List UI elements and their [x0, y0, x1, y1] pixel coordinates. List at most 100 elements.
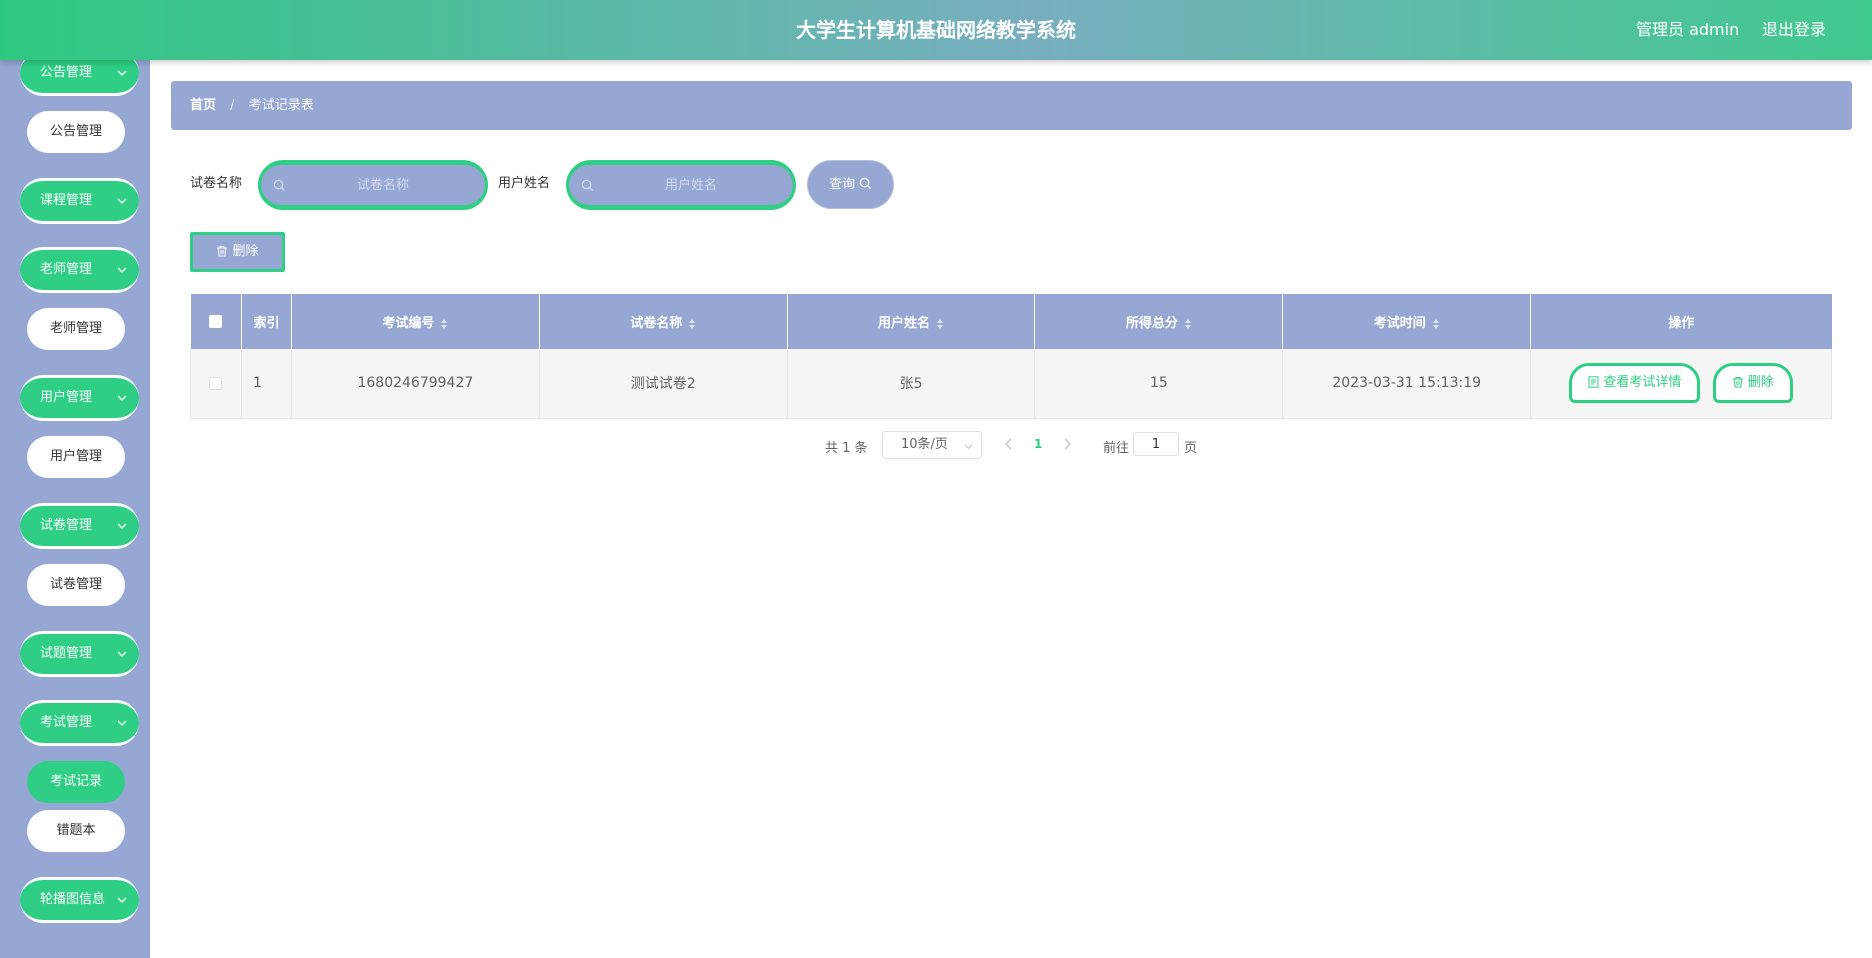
pagination: 共 1 条 10条/页 1 前往 页 [0, 430, 1872, 460]
user-name-search [566, 160, 796, 210]
chevron-down-icon [117, 720, 127, 726]
query-button[interactable]: 查询 [807, 160, 894, 209]
sidebar-group-label: 试卷管理 [40, 518, 93, 533]
breadcrumb-current: 考试记录表 [248, 98, 314, 113]
query-button-label: 查询 [828, 177, 855, 192]
next-page-icon[interactable] [1062, 438, 1072, 450]
col-actions-label: 操作 [1668, 316, 1695, 331]
col-score-label: 所得总分 [1125, 316, 1178, 331]
sidebar-item-announcements[interactable]: 公告管理 [27, 111, 125, 153]
sort-icon[interactable] [440, 318, 448, 330]
batch-delete-button[interactable]: 删除 [190, 232, 285, 272]
paper-name-search [258, 160, 488, 210]
col-exam-no-label: 考试编号 [382, 316, 435, 331]
row-actions: 查看考试详情 删除 [1530, 349, 1832, 419]
document-icon [1588, 376, 1599, 388]
sidebar-item-papers[interactable]: 试卷管理 [27, 564, 125, 606]
col-exam-no[interactable]: 考试编号 [291, 294, 540, 349]
sidebar-group-carousel[interactable]: 轮播图信息 [20, 877, 139, 923]
top-header: 大学生计算机基础网络教学系统 管理员 admin 退出登录 [0, 0, 1872, 60]
row-exam-no: 1680246799427 [291, 349, 540, 419]
chevron-down-icon [964, 444, 973, 450]
breadcrumb-separator: / [230, 98, 235, 113]
sidebar-group-papers[interactable]: 试卷管理 [20, 503, 139, 549]
view-exam-detail-label: 查看考试详情 [1603, 375, 1682, 391]
col-score[interactable]: 所得总分 [1034, 294, 1284, 349]
chevron-down-icon [117, 70, 127, 76]
exam-records-table: 索引 考试编号 试卷名称 用户姓名 所得总分 考试时间 操作 1 1680246… [190, 294, 1832, 419]
sidebar-group-label: 考试管理 [40, 715, 93, 730]
sort-icon[interactable] [936, 318, 944, 330]
chevron-down-icon [117, 198, 127, 204]
row-score: 15 [1034, 349, 1284, 419]
search-icon [273, 179, 286, 192]
col-index-label: 索引 [253, 316, 280, 331]
current-user: 管理员 admin [1636, 20, 1740, 39]
chevron-down-icon [117, 267, 127, 273]
sidebar-group-label: 公告管理 [40, 65, 93, 80]
search-icon [859, 177, 872, 190]
row-paper-name: 测试试卷2 [539, 349, 788, 419]
sidebar-group-users[interactable]: 用户管理 [20, 375, 139, 421]
row-index: 1 [241, 349, 292, 419]
paper-name-input[interactable] [291, 165, 475, 205]
page-size-select[interactable]: 10条/页 [882, 431, 982, 459]
sidebar-group-label: 轮播图信息 [40, 892, 106, 907]
col-user-name-label: 用户姓名 [878, 316, 931, 331]
select-all-cell [190, 294, 242, 349]
sidebar-item-exam-records[interactable]: 考试记录 [27, 761, 125, 803]
goto-label: 前往 [1103, 441, 1130, 456]
row-select-cell [190, 349, 242, 419]
table-header-row: 索引 考试编号 试卷名称 用户姓名 所得总分 考试时间 操作 [190, 294, 1832, 349]
row-delete-label: 删除 [1747, 375, 1774, 391]
col-exam-time-label: 考试时间 [1373, 316, 1426, 331]
sidebar-item-teachers[interactable]: 老师管理 [27, 308, 125, 350]
col-paper-name[interactable]: 试卷名称 [539, 294, 788, 349]
col-index: 索引 [241, 294, 292, 349]
sidebar-group-label: 老师管理 [40, 262, 93, 277]
chevron-down-icon [117, 651, 127, 657]
select-all-checkbox[interactable] [209, 315, 223, 328]
row-exam-time: 2023-03-31 15:13:19 [1282, 349, 1532, 419]
user-name-input[interactable] [599, 165, 783, 205]
sort-icon[interactable] [1184, 318, 1192, 330]
page-suffix-label: 页 [1184, 441, 1198, 456]
sort-icon[interactable] [1432, 318, 1440, 330]
chevron-down-icon [117, 523, 127, 529]
sidebar-group-courses[interactable]: 课程管理 [20, 178, 139, 224]
user-name-label: 用户姓名 [498, 176, 551, 191]
sidebar-group-label: 试题管理 [40, 646, 93, 661]
breadcrumb-home[interactable]: 首页 [190, 98, 216, 113]
search-icon [581, 179, 594, 192]
sort-icon[interactable] [688, 318, 696, 330]
sidebar-group-label: 课程管理 [40, 193, 93, 208]
row-user-name: 张5 [787, 349, 1036, 419]
sidebar-group-teachers[interactable]: 老师管理 [20, 247, 139, 293]
view-exam-detail-button[interactable]: 查看考试详情 [1569, 363, 1701, 404]
paper-name-label: 试卷名称 [190, 176, 243, 191]
sidebar-item-wrong-book[interactable]: 错题本 [27, 810, 125, 852]
sidebar-group-questions[interactable]: 试题管理 [20, 631, 139, 677]
row-delete-button[interactable]: 删除 [1712, 363, 1793, 404]
sidebar-group-exams[interactable]: 考试管理 [20, 700, 139, 746]
page-size-value: 10条/页 [901, 437, 948, 452]
pagination-total: 共 1 条 [825, 441, 868, 456]
breadcrumb: 首页 / 考试记录表 [171, 81, 1852, 130]
chevron-down-icon [117, 395, 127, 401]
logout-link[interactable]: 退出登录 [1762, 0, 1826, 60]
col-exam-time[interactable]: 考试时间 [1282, 294, 1532, 349]
batch-delete-label: 删除 [232, 244, 259, 259]
app-title: 大学生计算机基础网络教学系统 [796, 18, 1076, 42]
col-user-name[interactable]: 用户姓名 [787, 294, 1036, 349]
row-checkbox[interactable] [209, 376, 223, 390]
trash-icon [1732, 377, 1743, 388]
trash-icon [217, 246, 228, 257]
sidebar-group-label: 用户管理 [40, 390, 93, 405]
table-row: 1 1680246799427 测试试卷2 张5 15 2023-03-31 1… [190, 349, 1832, 419]
col-actions: 操作 [1530, 294, 1832, 349]
chevron-down-icon [117, 897, 127, 903]
col-paper-name-label: 试卷名称 [630, 316, 683, 331]
page-number-current[interactable]: 1 [1034, 437, 1042, 451]
goto-page-input[interactable] [1133, 432, 1179, 456]
prev-page-icon[interactable] [1004, 438, 1014, 450]
